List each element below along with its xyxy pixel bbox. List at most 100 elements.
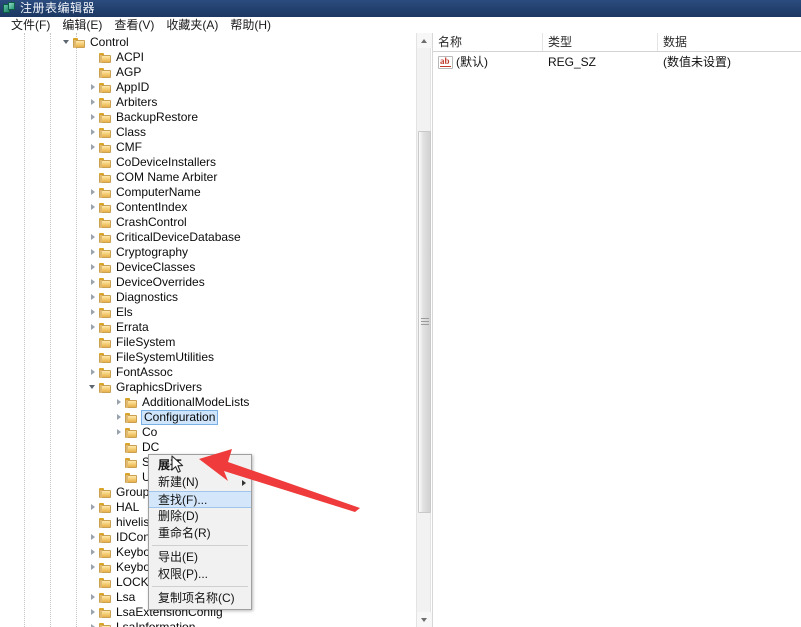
scroll-up-arrow-icon[interactable]	[417, 33, 432, 48]
tree-expand-arrow-down-icon[interactable]	[62, 35, 73, 50]
tree-item[interactable]: ContentIndex	[0, 200, 416, 215]
tree-expand-arrow-right-icon[interactable]	[88, 185, 99, 200]
tree-item[interactable]: DC	[0, 440, 416, 455]
tree-expand-arrow-right-icon[interactable]	[114, 395, 125, 410]
tree-item[interactable]: LsaInformation	[0, 620, 416, 627]
tree-item[interactable]: BackupRestore	[0, 110, 416, 125]
tree-item[interactable]: COM Name Arbiter	[0, 170, 416, 185]
registry-editor-window: 注册表编辑器 文件(F) 编辑(E) 查看(V) 收藏夹(A) 帮助(H) Co…	[0, 0, 801, 627]
value-name-cell: ab (默认)	[433, 52, 543, 72]
tree-expand-arrow-right-icon[interactable]	[88, 320, 99, 335]
context-menu-item[interactable]: 新建(N)	[149, 474, 251, 491]
tree-item[interactable]: CoDeviceInstallers	[0, 155, 416, 170]
tree-expand-arrow-right-icon[interactable]	[88, 590, 99, 605]
scrollbar-thumb[interactable]	[418, 131, 431, 513]
context-menu-item[interactable]: 删除(D)	[149, 508, 251, 525]
tree-expand-arrow-right-icon[interactable]	[88, 305, 99, 320]
tree-item-label: FileSystem	[116, 335, 176, 349]
context-menu-item[interactable]: 重命名(R)	[149, 525, 251, 542]
tree-item-label: ComputerName	[116, 185, 201, 199]
tree-item[interactable]: DeviceClasses	[0, 260, 416, 275]
column-header-name[interactable]: 名称	[433, 33, 543, 51]
tree-expand-arrow-right-icon[interactable]	[88, 260, 99, 275]
tree-expand-arrow-right-icon[interactable]	[88, 95, 99, 110]
tree-expand-arrow-right-icon[interactable]	[88, 605, 99, 620]
tree-expand-arrow-right-icon[interactable]	[88, 110, 99, 125]
tree-item-label: AGP	[116, 65, 142, 79]
folder-icon	[99, 157, 113, 169]
tree-expand-arrow-right-icon[interactable]	[88, 290, 99, 305]
folder-icon	[99, 607, 113, 619]
tree-item[interactable]: Cryptography	[0, 245, 416, 260]
tree-expand-arrow-right-icon[interactable]	[114, 425, 125, 440]
tree-item[interactable]: FontAssoc	[0, 365, 416, 380]
tree-item[interactable]: CriticalDeviceDatabase	[0, 230, 416, 245]
tree-expand-arrow-right-icon[interactable]	[88, 230, 99, 245]
tree-item[interactable]: FileSystem	[0, 335, 416, 350]
tree-item[interactable]: Els	[0, 305, 416, 320]
tree-item[interactable]: AdditionalModeLists	[0, 395, 416, 410]
tree-expand-arrow-right-icon[interactable]	[88, 500, 99, 515]
tree-item[interactable]: ACPI	[0, 50, 416, 65]
context-menu-item[interactable]: 复制项名称(C)	[149, 590, 251, 607]
tree-item[interactable]: Arbiters	[0, 95, 416, 110]
tree-item[interactable]: Configuration	[0, 410, 416, 425]
folder-icon	[99, 187, 113, 199]
tree-expand-arrow-right-icon[interactable]	[88, 530, 99, 545]
context-menu-item[interactable]: 展开	[149, 457, 251, 474]
folder-icon	[99, 202, 113, 214]
folder-icon	[99, 112, 113, 124]
context-menu-item-label: 新建(N)	[158, 475, 199, 489]
tree-expand-arrow-right-icon[interactable]	[88, 365, 99, 380]
tree-item[interactable]: GraphicsDrivers	[0, 380, 416, 395]
tree-expand-arrow-right-icon[interactable]	[88, 200, 99, 215]
column-header-data[interactable]: 数据	[658, 33, 801, 51]
tree-item[interactable]: Diagnostics	[0, 290, 416, 305]
folder-icon	[99, 307, 113, 319]
context-menu-item[interactable]: 查找(F)...	[149, 491, 251, 508]
column-header-type[interactable]: 类型	[543, 33, 658, 51]
value-row[interactable]: ab (默认) REG_SZ (数值未设置)	[433, 52, 801, 72]
tree-item[interactable]: CrashControl	[0, 215, 416, 230]
tree-expand-arrow-right-icon[interactable]	[88, 245, 99, 260]
tree-item-label: DeviceClasses	[116, 260, 196, 274]
menu-favorites[interactable]: 收藏夹(A)	[160, 17, 224, 33]
menu-edit[interactable]: 编辑(E)	[56, 17, 108, 33]
context-menu[interactable]: 展开 新建(N) 查找(F)... 删除(D) 重命名(R) 导出(E) 权限(P)... 复…	[148, 454, 252, 610]
tree-expand-arrow-right-icon[interactable]	[114, 410, 125, 425]
tree-twisty-placeholder	[88, 155, 99, 170]
tree-expand-arrow-right-icon[interactable]	[88, 620, 99, 627]
tree-expand-arrow-right-icon[interactable]	[88, 125, 99, 140]
tree-item-label: Diagnostics	[116, 290, 179, 304]
tree-expand-arrow-right-icon[interactable]	[88, 275, 99, 290]
context-menu-item[interactable]: 权限(P)...	[149, 566, 251, 583]
tree-item[interactable]: AppID	[0, 80, 416, 95]
value-list-pane[interactable]: 名称 类型 数据 ab (默认) REG_SZ (数值未设置)	[433, 33, 801, 627]
tree-item[interactable]: Errata	[0, 320, 416, 335]
tree-item[interactable]: DeviceOverrides	[0, 275, 416, 290]
tree-expand-arrow-right-icon[interactable]	[88, 560, 99, 575]
scroll-down-arrow-icon[interactable]	[417, 612, 432, 627]
folder-icon	[99, 382, 113, 394]
tree-expand-arrow-right-icon[interactable]	[88, 545, 99, 560]
value-list-body[interactable]: ab (默认) REG_SZ (数值未设置)	[433, 52, 801, 72]
tree-item[interactable]: ComputerName	[0, 185, 416, 200]
title-bar: 注册表编辑器	[0, 0, 801, 17]
tree-item[interactable]: FileSystemUtilities	[0, 350, 416, 365]
tree-expand-arrow-down-icon[interactable]	[88, 380, 99, 395]
menu-help[interactable]: 帮助(H)	[224, 17, 277, 33]
tree-expand-arrow-right-icon[interactable]	[88, 140, 99, 155]
tree-item[interactable]: CMF	[0, 140, 416, 155]
tree-item[interactable]: AGP	[0, 65, 416, 80]
tree-item[interactable]: Control	[0, 35, 416, 50]
tree-vertical-scrollbar[interactable]	[416, 33, 432, 627]
context-menu-item[interactable]: 导出(E)	[149, 549, 251, 566]
tree-item-label: Arbiters	[116, 95, 158, 109]
tree-item-label: AppID	[116, 80, 150, 94]
tree-item-label: CoDeviceInstallers	[116, 155, 217, 169]
tree-item[interactable]: Co	[0, 425, 416, 440]
tree-item[interactable]: Class	[0, 125, 416, 140]
menu-view[interactable]: 查看(V)	[108, 17, 160, 33]
tree-expand-arrow-right-icon[interactable]	[88, 80, 99, 95]
menu-file[interactable]: 文件(F)	[5, 17, 56, 33]
